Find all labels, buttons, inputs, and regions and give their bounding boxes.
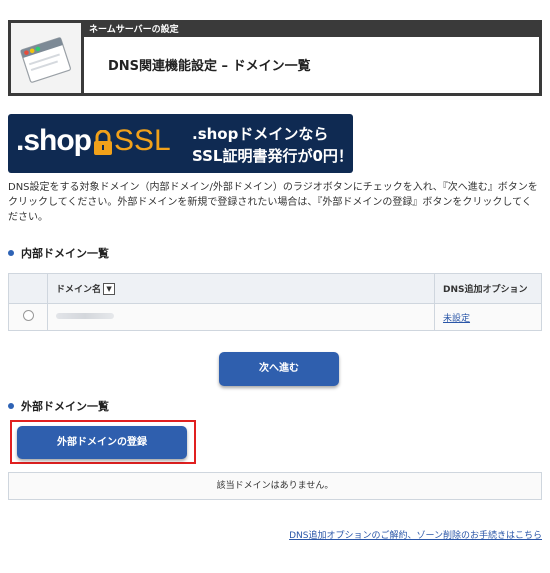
padlock-icon	[92, 129, 114, 156]
bullet-icon	[8, 250, 14, 256]
page-title: DNS関連機能設定 – ドメイン一覧	[108, 59, 311, 74]
banner-headline-1: .shopドメインなら	[192, 125, 329, 143]
internal-domains-title: 内部ドメイン一覧	[21, 247, 109, 260]
table-row: 未設定	[8, 303, 542, 331]
dns-option-cell: 未設定	[434, 303, 542, 331]
dns-option-column-header: DNS追加オプション	[434, 273, 542, 304]
dns-option-cancel-link[interactable]: DNS追加オプションのご解約、ゾーン削除のお手続きはこちら	[289, 528, 542, 541]
next-button[interactable]: 次へ進む	[219, 352, 339, 386]
shop-ssl-banner[interactable]: .shop SSL .shopドメインなら SSL証明書発行が0円！	[8, 114, 353, 173]
external-domains-heading: 外部ドメイン一覧	[8, 398, 109, 414]
domain-column-label: ドメイン名	[56, 285, 102, 295]
internal-domains-heading: 内部ドメイン一覧	[8, 245, 109, 261]
select-column-header	[8, 273, 48, 304]
domain-name-cell	[47, 303, 435, 331]
table-header-row: ドメイン名 ▼ DNS追加オプション	[8, 273, 542, 304]
dns-option-link[interactable]: 未設定	[443, 314, 470, 324]
banner-logo-text: .shop	[16, 124, 92, 157]
domain-column-header[interactable]: ドメイン名 ▼	[47, 273, 435, 304]
bullet-icon	[8, 403, 14, 409]
empty-state-message: 該当ドメインはありません。	[8, 472, 542, 500]
domain-radio-button[interactable]	[22, 310, 34, 321]
register-external-domain-button[interactable]: 外部ドメインの登録	[17, 426, 187, 459]
external-domains-title: 外部ドメイン一覧	[21, 400, 109, 413]
browser-window-icon	[11, 23, 84, 93]
header-section-label: ネームサーバーの設定	[84, 23, 539, 37]
select-cell	[8, 303, 48, 331]
banner-ssl-text: SSL	[114, 124, 171, 157]
page-header: ネームサーバーの設定 DNS関連機能設定 – ドメイン一覧	[8, 20, 542, 96]
redacted-domain-name	[56, 313, 114, 319]
sort-down-icon[interactable]: ▼	[103, 283, 116, 295]
banner-headline-2: SSL証明書発行が0円！	[192, 147, 353, 165]
instructions-text: DNS設定をする対象ドメイン（内部ドメイン/外部ドメイン）のラジオボタンにチェッ…	[8, 182, 538, 223]
internal-domain-table: ドメイン名 ▼ DNS追加オプション 未設定	[8, 273, 542, 331]
